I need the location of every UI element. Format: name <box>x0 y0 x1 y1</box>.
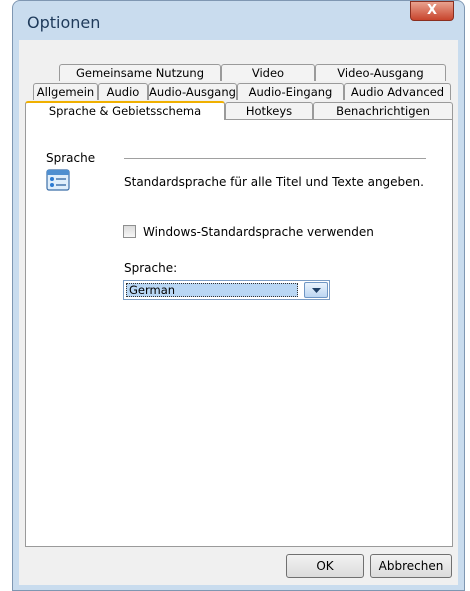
language-select[interactable]: German <box>123 280 330 300</box>
tab-hotkeys[interactable]: Hotkeys <box>225 102 313 119</box>
cancel-button[interactable]: Abbrechen <box>370 554 452 578</box>
chevron-down-icon <box>312 288 321 293</box>
tab-audio[interactable]: Audio <box>98 83 148 100</box>
tab-audio-advanced[interactable]: Audio Advanced <box>344 83 451 100</box>
tab-sprache-gebietsschema[interactable]: Sprache & Gebietsschema <box>25 101 225 120</box>
language-select-value[interactable]: German <box>126 283 298 297</box>
language-select-label: Sprache: <box>124 261 178 275</box>
windows-default-language-checkbox[interactable] <box>123 225 136 238</box>
tab-benachrichtigen[interactable]: Benachrichtigen <box>313 102 453 119</box>
tab-video[interactable]: Video <box>221 64 315 81</box>
tab-audio-eingang[interactable]: Audio-Eingang <box>237 83 344 100</box>
tab-allgemein[interactable]: Allgemein <box>33 83 98 100</box>
language-settings-icon <box>46 169 70 191</box>
close-button[interactable]: X <box>410 1 454 21</box>
section-separator <box>124 158 426 159</box>
section-description: Standardsprache für alle Titel und Texte… <box>124 175 424 189</box>
windows-default-language-label[interactable]: Windows-Standardsprache verwenden <box>143 225 374 239</box>
dropdown-button[interactable] <box>304 282 328 298</box>
tab-video-ausgang[interactable]: Video-Ausgang <box>315 64 446 81</box>
tab-gemeinsame-nutzung[interactable]: Gemeinsame Nutzung <box>59 64 221 81</box>
ok-button[interactable]: OK <box>286 554 364 578</box>
dialog-title: Optionen <box>27 13 101 32</box>
tab-audio-ausgang[interactable]: Audio-Ausgang <box>148 83 237 100</box>
section-heading: Sprache <box>46 151 96 165</box>
